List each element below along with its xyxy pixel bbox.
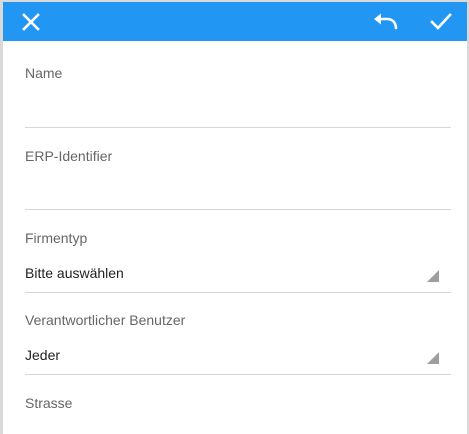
dialog-toolbar bbox=[3, 2, 467, 41]
responsible-user-select[interactable]: Jeder bbox=[25, 339, 451, 369]
dropdown-arrow-icon bbox=[427, 352, 439, 364]
close-icon bbox=[22, 12, 40, 31]
company-type-underline bbox=[25, 292, 451, 293]
name-underline bbox=[25, 127, 451, 128]
company-type-label: Firmentyp bbox=[25, 230, 88, 246]
close-button[interactable] bbox=[9, 2, 53, 41]
street-label: Strasse bbox=[25, 395, 73, 411]
undo-button[interactable] bbox=[363, 2, 407, 41]
street-input[interactable] bbox=[25, 421, 451, 434]
company-type-selected-value: Bitte auswählen bbox=[25, 265, 124, 281]
erp-identifier-label: ERP-Identifier bbox=[25, 148, 113, 164]
undo-icon bbox=[374, 13, 398, 29]
company-type-select[interactable]: Bitte auswählen bbox=[25, 257, 451, 287]
check-icon bbox=[430, 12, 452, 30]
save-button[interactable] bbox=[419, 2, 463, 41]
erp-identifier-underline bbox=[25, 209, 451, 210]
name-input[interactable] bbox=[25, 99, 451, 121]
name-label: Name bbox=[25, 65, 63, 81]
responsible-user-underline bbox=[25, 374, 451, 375]
edit-dialog: Name ERP-Identifier Firmentyp Bitte ausw… bbox=[3, 2, 467, 434]
erp-identifier-input[interactable] bbox=[25, 181, 451, 203]
responsible-user-label: Verantwortlicher Benutzer bbox=[25, 312, 186, 328]
responsible-user-selected-value: Jeder bbox=[25, 347, 61, 363]
dropdown-arrow-icon bbox=[427, 270, 439, 282]
